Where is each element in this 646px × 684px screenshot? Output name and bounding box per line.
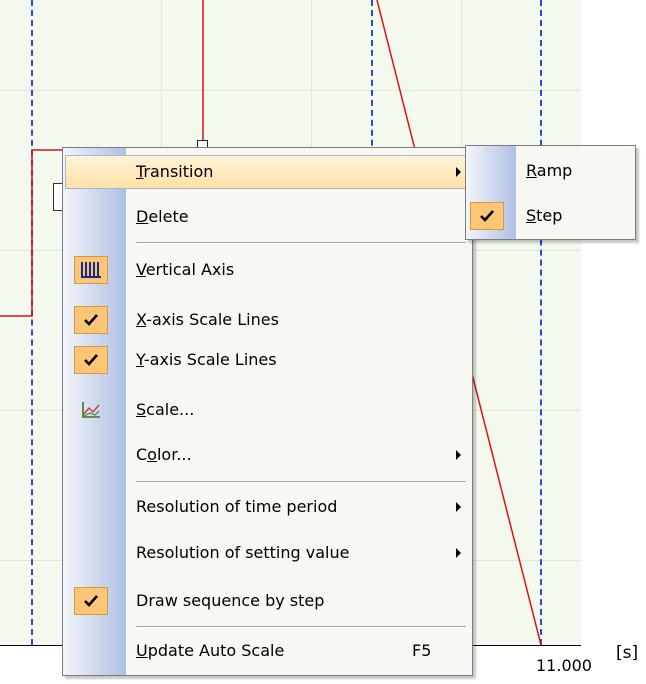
menu-item-label: Y-axis Scale Lines	[136, 350, 277, 369]
submenu-arrow-icon	[456, 450, 461, 460]
menu-item-label: Delete	[136, 207, 189, 226]
menu-item-label: Resolution of setting value	[136, 543, 350, 562]
menu-item-label: Resolution of time period	[136, 497, 338, 516]
submenu-item-ramp[interactable]: Ramp	[466, 152, 635, 190]
x-axis-unit: [s]	[616, 643, 639, 663]
menu-item-delete[interactable]: Delete	[63, 198, 472, 236]
menu-item-label: Transition	[136, 162, 214, 181]
menu-item-label: Update Auto Scale	[136, 641, 285, 660]
menu-item-color[interactable]: Color...	[63, 436, 472, 474]
menu-item-transition[interactable]: Transition	[63, 153, 472, 191]
transition-submenu: Ramp Step	[465, 145, 636, 240]
checkmark-icon	[470, 202, 504, 230]
submenu-item-step[interactable]: Step	[466, 197, 635, 235]
context-menu: Transition Delete Vertical Axis X-axis S…	[62, 147, 473, 676]
menu-separator	[136, 242, 466, 244]
checkmark-icon	[74, 587, 108, 615]
checkmark-icon	[74, 346, 108, 374]
menu-item-resolution-setting-value[interactable]: Resolution of setting value	[63, 534, 472, 572]
menu-item-label: Ramp	[526, 161, 573, 180]
menu-item-x-axis-scale-lines[interactable]: X-axis Scale Lines	[63, 301, 472, 339]
shortcut-label: F5	[412, 641, 432, 660]
vertical-axis-icon	[74, 256, 108, 284]
menu-item-label: Draw sequence by step	[136, 591, 325, 610]
menu-item-label: Scale...	[136, 400, 195, 419]
menu-separator	[136, 626, 466, 628]
menu-item-update-auto-scale[interactable]: Update Auto Scale F5	[63, 632, 472, 670]
menu-item-label: X-axis Scale Lines	[136, 310, 279, 329]
menu-item-label: Vertical Axis	[136, 260, 235, 279]
submenu-arrow-icon	[456, 502, 461, 512]
submenu-arrow-icon	[456, 548, 461, 558]
menu-item-vertical-axis[interactable]: Vertical Axis	[63, 251, 472, 289]
x-tick-label: 11.000	[536, 656, 592, 675]
menu-separator	[136, 481, 466, 483]
submenu-arrow-icon	[456, 167, 461, 177]
menu-item-draw-sequence-by-step[interactable]: Draw sequence by step	[63, 582, 472, 620]
menu-item-y-axis-scale-lines[interactable]: Y-axis Scale Lines	[63, 341, 472, 379]
scale-chart-icon	[74, 396, 108, 424]
menu-item-resolution-time-period[interactable]: Resolution of time period	[63, 488, 472, 526]
menu-item-label: Step	[526, 206, 563, 225]
menu-item-scale[interactable]: Scale...	[63, 391, 472, 429]
checkmark-icon	[74, 306, 108, 334]
menu-item-label: Color...	[136, 445, 192, 464]
